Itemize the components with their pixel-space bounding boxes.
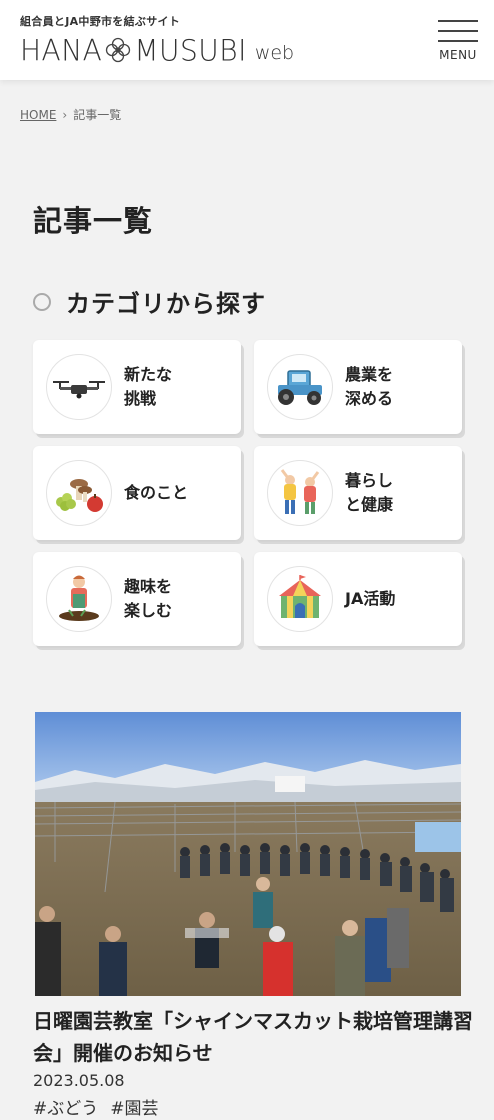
food-icon	[46, 460, 112, 526]
article-tags: #ぶどう #園芸	[33, 1094, 159, 1119]
page-title: 記事一覧	[33, 204, 154, 238]
hamburger-icon	[438, 20, 478, 22]
category-label: 食のこと	[124, 483, 189, 502]
chevron-right-icon: ›	[62, 107, 68, 122]
gardening-icon	[46, 566, 112, 632]
article-date: 2023.05.08	[33, 1071, 125, 1090]
hamburger-line	[438, 40, 478, 42]
article-thumbnail[interactable]	[35, 712, 461, 996]
category-label: 趣味を 楽しむ	[124, 577, 173, 620]
breadcrumb: HOME › 記事一覧	[20, 106, 121, 123]
logo-suffix: web	[254, 42, 295, 64]
category-section-heading: カテゴリから探す	[33, 284, 266, 319]
category-card-new-challenge[interactable]: 新たな 挑戦	[33, 340, 241, 434]
drone-icon	[46, 354, 112, 420]
category-label: 農業を 深める	[345, 365, 394, 408]
flower-logo-icon	[106, 37, 131, 63]
article-title-link[interactable]: 日曜園芸教室「シャインマスカット栽培管理講習会」開催のお知らせ	[33, 1005, 473, 1069]
breadcrumb-home-link[interactable]: HOME	[20, 108, 56, 122]
circle-bullet-icon	[33, 292, 51, 311]
menu-button[interactable]: MENU	[438, 18, 478, 66]
menu-label: MENU	[439, 48, 477, 62]
logo-text-left: HANA	[20, 32, 103, 68]
category-label: JA活動	[345, 589, 396, 608]
category-card-ja-activities[interactable]: JA活動	[254, 552, 462, 646]
site-logo[interactable]: HANA MUSUBI web	[20, 32, 295, 68]
category-label: 新たな 挑戦	[124, 365, 173, 408]
tractor-icon	[267, 354, 333, 420]
category-card-food[interactable]: 食のこと	[33, 446, 241, 540]
logo-text-right: MUSUBI	[134, 32, 247, 68]
tent-icon	[267, 566, 333, 632]
category-label: 暮らし と健康	[345, 471, 394, 514]
category-section-title: カテゴリから探す	[66, 290, 266, 318]
site-tagline: 組合員とJA中野市を結ぶサイト	[20, 15, 181, 28]
category-card-life-health[interactable]: 暮らし と健康	[254, 446, 462, 540]
category-card-deepen-farming[interactable]: 農業を 深める	[254, 340, 462, 434]
site-header: 組合員とJA中野市を結ぶサイト HANA MUSUBI web MENU	[0, 0, 494, 80]
breadcrumb-current: 記事一覧	[73, 108, 122, 122]
tag-link[interactable]: #園芸	[110, 1094, 158, 1119]
category-card-hobbies[interactable]: 趣味を 楽しむ	[33, 552, 241, 646]
hamburger-line	[438, 30, 478, 32]
exercise-icon	[267, 460, 333, 526]
tag-link[interactable]: #ぶどう	[33, 1094, 98, 1119]
